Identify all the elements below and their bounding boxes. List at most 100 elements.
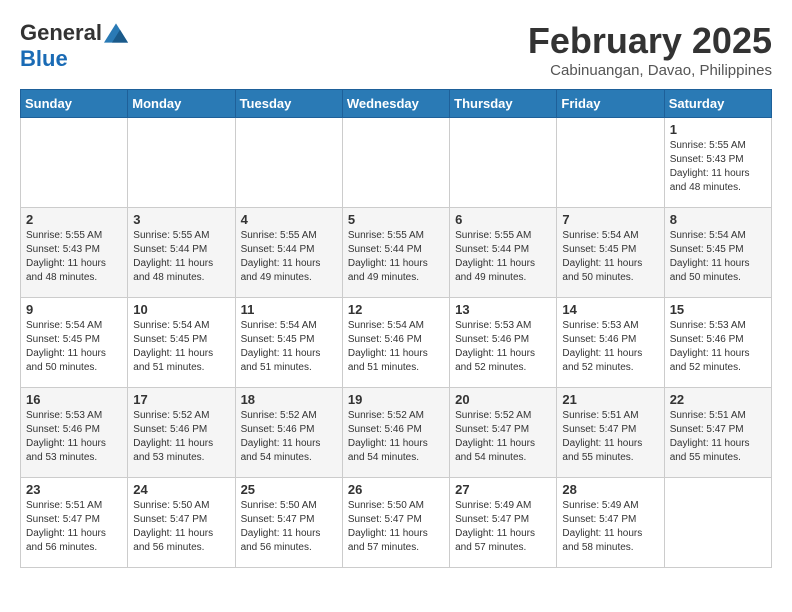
location-subtitle: Cabinuangan, Davao, Philippines [528,62,772,79]
day-info: Sunrise: 5:50 AM Sunset: 5:47 PM Dayligh… [348,499,444,555]
day-info: Sunrise: 5:49 AM Sunset: 5:47 PM Dayligh… [455,499,551,555]
calendar-week-row: 1 Sunrise: 5:55 AM Sunset: 5:43 PM Daylig… [21,118,772,208]
logo-icon [104,23,128,43]
calendar-day-cell: 15 Sunrise: 5:53 AM Sunset: 5:46 PM Dayli… [664,298,771,388]
calendar-day-cell: 5Sunrise: 5:55 AM Sunset: 5:44 PM Daylig… [342,208,449,298]
day-info: Sunrise: 5:55 AM Sunset: 5:44 PM Dayligh… [133,229,229,285]
day-info: Sunrise: 5:53 AM Sunset: 5:46 PM Dayligh… [670,319,766,375]
calendar-day-cell [450,118,557,208]
day-number: 26 [348,482,444,497]
day-info: Sunrise: 5:54 AM Sunset: 5:46 PM Dayligh… [348,319,444,375]
calendar-day-cell: 13Sunrise: 5:53 AM Sunset: 5:46 PM Dayli… [450,298,557,388]
day-number: 13 [455,302,551,317]
logo-blue-text: Blue [20,46,68,71]
calendar-day-cell [21,118,128,208]
calendar-day-cell: 23 Sunrise: 5:51 AM Sunset: 5:47 PM Dayli… [21,478,128,568]
day-info: Sunrise: 5:54 AM Sunset: 5:45 PM Dayligh… [133,319,229,375]
calendar-day-cell: 17Sunrise: 5:52 AM Sunset: 5:46 PM Dayli… [128,388,235,478]
day-number: 14 [562,302,658,317]
calendar-week-row: 23 Sunrise: 5:51 AM Sunset: 5:47 PM Dayli… [21,478,772,568]
calendar-day-cell: 9 Sunrise: 5:54 AM Sunset: 5:45 PM Daylig… [21,298,128,388]
day-number: 2 [26,212,122,227]
day-info: Sunrise: 5:55 AM Sunset: 5:44 PM Dayligh… [241,229,337,285]
calendar-week-row: 9 Sunrise: 5:54 AM Sunset: 5:45 PM Daylig… [21,298,772,388]
day-number: 20 [455,392,551,407]
calendar-day-cell: 11 Sunrise: 5:54 AM Sunset: 5:45 PM Dayli… [235,298,342,388]
day-info: Sunrise: 5:55 AM Sunset: 5:43 PM Dayligh… [26,229,122,285]
column-header-friday: Friday [557,90,664,118]
column-header-wednesday: Wednesday [342,90,449,118]
day-info: Sunrise: 5:50 AM Sunset: 5:47 PM Dayligh… [241,499,337,555]
calendar-day-cell: 3 Sunrise: 5:55 AM Sunset: 5:44 PM Daylig… [128,208,235,298]
day-number: 16 [26,392,122,407]
calendar-day-cell: 12Sunrise: 5:54 AM Sunset: 5:46 PM Dayli… [342,298,449,388]
day-info: Sunrise: 5:55 AM Sunset: 5:44 PM Dayligh… [348,229,444,285]
day-info: Sunrise: 5:51 AM Sunset: 5:47 PM Dayligh… [562,409,658,465]
day-info: Sunrise: 5:53 AM Sunset: 5:46 PM Dayligh… [26,409,122,465]
day-info: Sunrise: 5:55 AM Sunset: 5:44 PM Dayligh… [455,229,551,285]
calendar-day-cell: 27 Sunrise: 5:49 AM Sunset: 5:47 PM Dayli… [450,478,557,568]
calendar-day-cell [557,118,664,208]
calendar-header-row: SundayMondayTuesdayWednesdayThursdayFrid… [21,90,772,118]
day-number: 9 [26,302,122,317]
day-info: Sunrise: 5:49 AM Sunset: 5:47 PM Dayligh… [562,499,658,555]
calendar-day-cell: 28Sunrise: 5:49 AM Sunset: 5:47 PM Dayli… [557,478,664,568]
day-number: 18 [241,392,337,407]
day-number: 19 [348,392,444,407]
calendar-day-cell: 6 Sunrise: 5:55 AM Sunset: 5:44 PM Daylig… [450,208,557,298]
calendar-day-cell: 20 Sunrise: 5:52 AM Sunset: 5:47 PM Dayli… [450,388,557,478]
calendar-day-cell: 22 Sunrise: 5:51 AM Sunset: 5:47 PM Dayli… [664,388,771,478]
column-header-thursday: Thursday [450,90,557,118]
day-info: Sunrise: 5:54 AM Sunset: 5:45 PM Dayligh… [670,229,766,285]
title-block: February 2025 Cabinuangan, Davao, Philip… [528,20,772,79]
calendar-day-cell: 24Sunrise: 5:50 AM Sunset: 5:47 PM Dayli… [128,478,235,568]
logo-general-text: General [20,20,102,46]
calendar-table: SundayMondayTuesdayWednesdayThursdayFrid… [20,89,772,568]
column-header-tuesday: Tuesday [235,90,342,118]
calendar-day-cell: 4 Sunrise: 5:55 AM Sunset: 5:44 PM Daylig… [235,208,342,298]
calendar-day-cell: 8Sunrise: 5:54 AM Sunset: 5:45 PM Daylig… [664,208,771,298]
day-number: 6 [455,212,551,227]
day-number: 7 [562,212,658,227]
day-number: 3 [133,212,229,227]
calendar-day-cell: 2 Sunrise: 5:55 AM Sunset: 5:43 PM Daylig… [21,208,128,298]
day-info: Sunrise: 5:50 AM Sunset: 5:47 PM Dayligh… [133,499,229,555]
month-year-title: February 2025 [528,20,772,62]
day-number: 25 [241,482,337,497]
page-header: General Blue February 2025 Cabinuangan, … [20,20,772,79]
calendar-day-cell [235,118,342,208]
logo: General Blue [20,20,128,72]
day-info: Sunrise: 5:55 AM Sunset: 5:43 PM Dayligh… [670,139,766,195]
day-number: 10 [133,302,229,317]
day-number: 1 [670,122,766,137]
calendar-day-cell: 18 Sunrise: 5:52 AM Sunset: 5:46 PM Dayli… [235,388,342,478]
day-info: Sunrise: 5:52 AM Sunset: 5:46 PM Dayligh… [348,409,444,465]
calendar-week-row: 16 Sunrise: 5:53 AM Sunset: 5:46 PM Dayli… [21,388,772,478]
calendar-day-cell: 26 Sunrise: 5:50 AM Sunset: 5:47 PM Dayli… [342,478,449,568]
day-number: 11 [241,302,337,317]
calendar-day-cell: 21 Sunrise: 5:51 AM Sunset: 5:47 PM Dayli… [557,388,664,478]
calendar-day-cell: 19 Sunrise: 5:52 AM Sunset: 5:46 PM Dayli… [342,388,449,478]
column-header-saturday: Saturday [664,90,771,118]
day-info: Sunrise: 5:52 AM Sunset: 5:46 PM Dayligh… [241,409,337,465]
day-number: 27 [455,482,551,497]
day-info: Sunrise: 5:52 AM Sunset: 5:47 PM Dayligh… [455,409,551,465]
calendar-day-cell [664,478,771,568]
day-number: 4 [241,212,337,227]
day-info: Sunrise: 5:51 AM Sunset: 5:47 PM Dayligh… [670,409,766,465]
day-info: Sunrise: 5:51 AM Sunset: 5:47 PM Dayligh… [26,499,122,555]
day-number: 22 [670,392,766,407]
calendar-day-cell [342,118,449,208]
day-info: Sunrise: 5:53 AM Sunset: 5:46 PM Dayligh… [562,319,658,375]
calendar-day-cell [128,118,235,208]
calendar-day-cell: 14 Sunrise: 5:53 AM Sunset: 5:46 PM Dayli… [557,298,664,388]
column-header-monday: Monday [128,90,235,118]
day-number: 23 [26,482,122,497]
day-info: Sunrise: 5:54 AM Sunset: 5:45 PM Dayligh… [26,319,122,375]
calendar-day-cell: 7Sunrise: 5:54 AM Sunset: 5:45 PM Daylig… [557,208,664,298]
calendar-day-cell: 25 Sunrise: 5:50 AM Sunset: 5:47 PM Dayli… [235,478,342,568]
day-number: 21 [562,392,658,407]
day-info: Sunrise: 5:54 AM Sunset: 5:45 PM Dayligh… [241,319,337,375]
calendar-day-cell: 16 Sunrise: 5:53 AM Sunset: 5:46 PM Dayli… [21,388,128,478]
day-number: 15 [670,302,766,317]
